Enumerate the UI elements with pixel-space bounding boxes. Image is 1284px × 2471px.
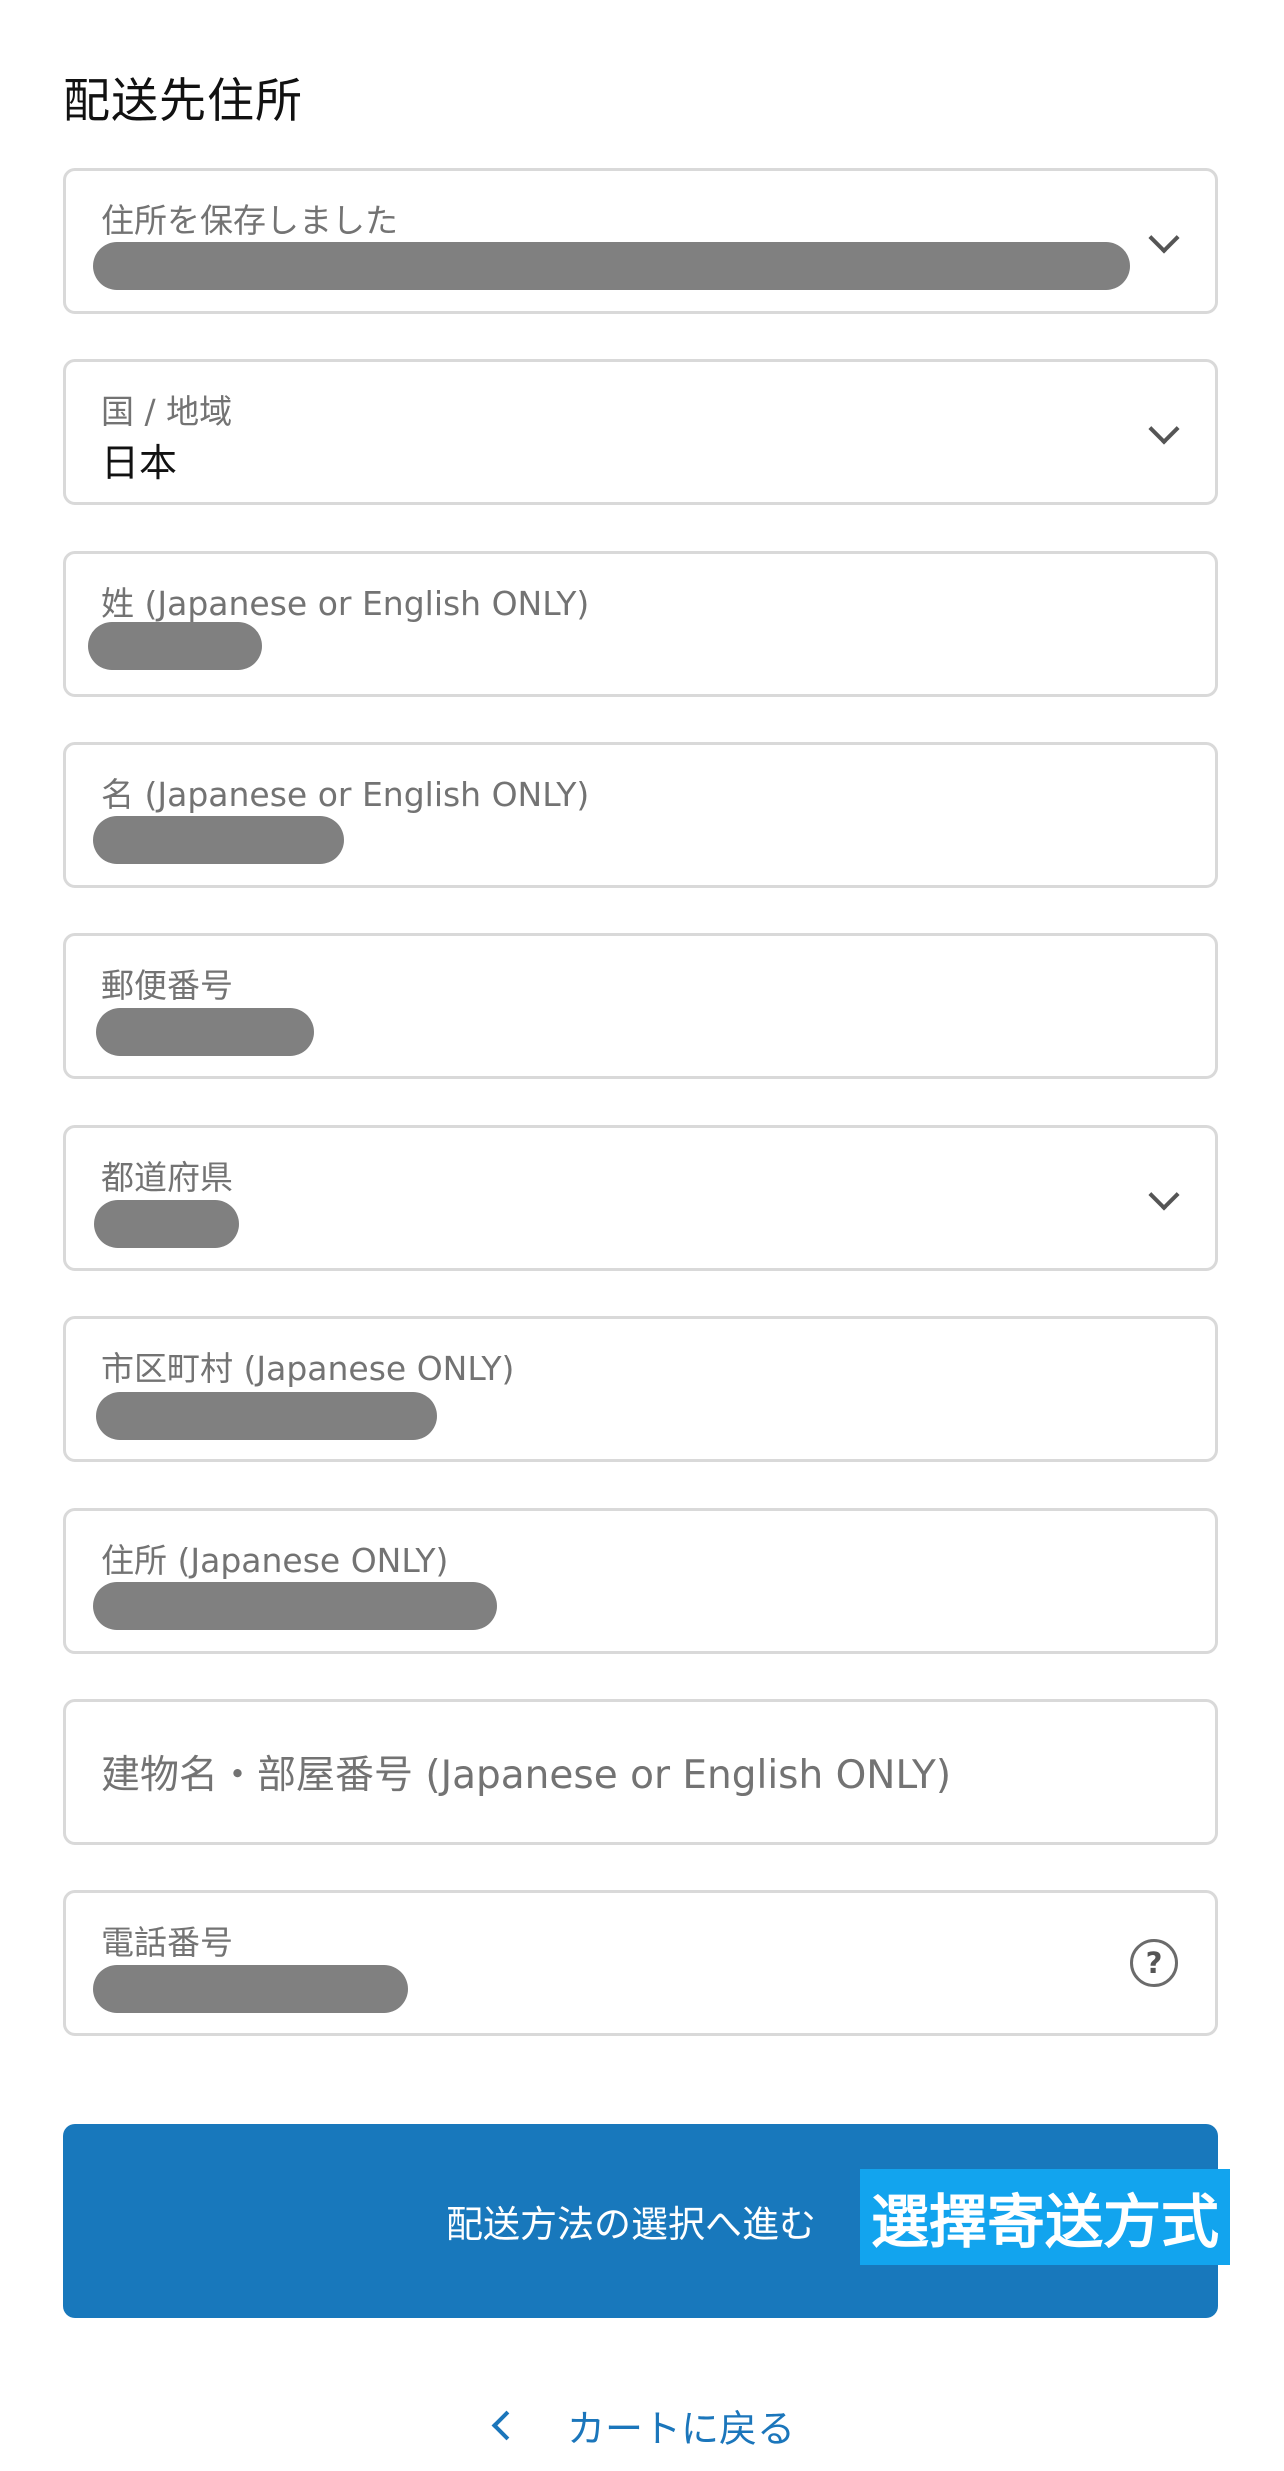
chevron-left-icon — [491, 2410, 522, 2440]
question-circle-icon[interactable]: ? — [1130, 1939, 1178, 1987]
overlay-caption: 選擇寄送方式 — [860, 2169, 1230, 2265]
back-to-cart-link[interactable]: カートに戻る — [490, 2395, 795, 2455]
redacted-value — [93, 1965, 408, 2013]
last-name-label: 姓 (Japanese or English ONLY) — [101, 584, 590, 623]
saved-address-select[interactable]: 住所を保存しました — [63, 168, 1218, 314]
chevron-down-icon — [1148, 1179, 1180, 1211]
city-field[interactable]: 市区町村 (Japanese ONLY) — [63, 1316, 1218, 1462]
country-value: 日本 — [101, 441, 178, 485]
first-name-field[interactable]: 名 (Japanese or English ONLY) — [63, 742, 1218, 888]
redacted-value — [94, 1200, 239, 1248]
address-field[interactable]: 住所 (Japanese ONLY) — [63, 1508, 1218, 1654]
redacted-value — [96, 1392, 437, 1440]
postal-code-label: 郵便番号 — [101, 966, 233, 1005]
phone-label: 電話番号 — [101, 1923, 233, 1962]
shipping-address-title: 配送先住所 — [63, 74, 303, 129]
building-room-field[interactable]: 建物名・部屋番号 (Japanese or English ONLY) — [63, 1699, 1218, 1845]
phone-field[interactable]: 電話番号 ? — [63, 1890, 1218, 2036]
redacted-value — [88, 622, 262, 670]
address-label: 住所 (Japanese ONLY) — [101, 1541, 449, 1580]
last-name-field[interactable]: 姓 (Japanese or English ONLY) — [63, 551, 1218, 697]
first-name-label: 名 (Japanese or English ONLY) — [101, 775, 590, 814]
prefecture-select[interactable]: 都道府県 — [63, 1125, 1218, 1271]
continue-to-shipping-label: 配送方法の選択へ進む — [446, 2204, 816, 2245]
chevron-down-icon — [1148, 222, 1180, 254]
country-select[interactable]: 国 / 地域 日本 — [63, 359, 1218, 505]
redacted-value — [93, 816, 344, 864]
postal-code-field[interactable]: 郵便番号 — [63, 933, 1218, 1079]
redacted-value — [93, 242, 1130, 290]
prefecture-label: 都道府県 — [101, 1158, 233, 1197]
saved-address-label: 住所を保存しました — [101, 201, 398, 240]
chevron-down-icon — [1148, 413, 1180, 445]
country-label: 国 / 地域 — [101, 392, 233, 431]
city-label: 市区町村 (Japanese ONLY) — [101, 1349, 515, 1388]
back-to-cart-label: カートに戻る — [567, 2406, 796, 2451]
building-room-placeholder: 建物名・部屋番号 (Japanese or English ONLY) — [101, 1753, 952, 1798]
redacted-value — [96, 1008, 314, 1056]
redacted-value — [93, 1582, 497, 1630]
